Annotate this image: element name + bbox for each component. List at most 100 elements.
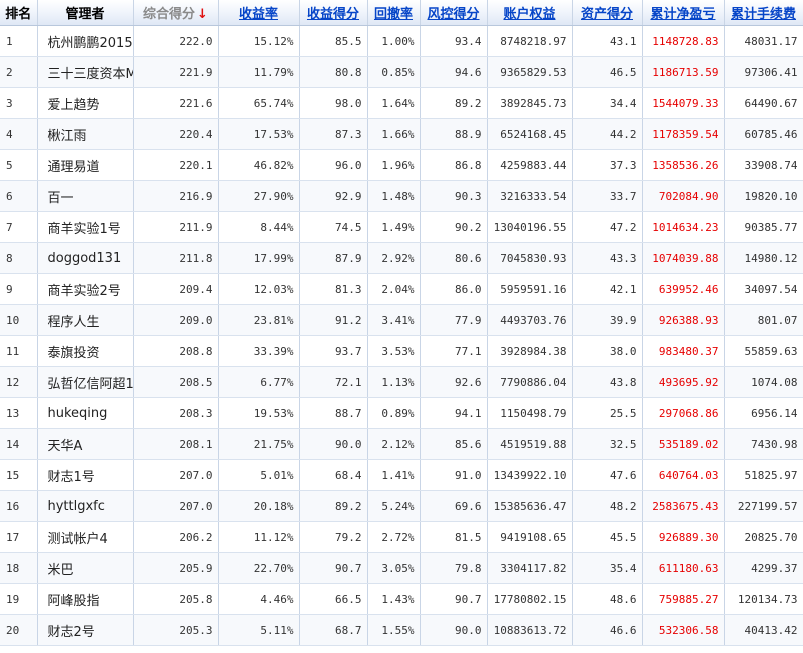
equity-cell: 4259883.44 xyxy=(487,149,573,181)
fees-cell: 120134.73 xyxy=(724,583,803,615)
composite-score-cell: 220.1 xyxy=(133,149,219,181)
header-net-pnl-sort[interactable]: 累计净盈亏 xyxy=(642,0,725,26)
manager-name-cell: doggod131 xyxy=(37,242,134,274)
fees-cell: 48031.17 xyxy=(724,25,803,57)
return-score-cell: 68.7 xyxy=(299,614,368,646)
table-row: 18 米巴 205.9 22.70% 90.7 3.05% 79.8 3304117.82 35… xyxy=(0,552,803,584)
equity-cell: 5959591.16 xyxy=(487,273,573,305)
equity-cell: 8748218.97 xyxy=(487,25,573,57)
header-composite-score-sort[interactable]: 综合得分 ↓ xyxy=(133,0,219,26)
table-row: 6 百一 216.9 27.90% 92.9 1.48% 90.3 3216333.54 33.… xyxy=(0,180,803,212)
net-pnl-cell: 926889.30 xyxy=(642,521,725,553)
composite-score-cell: 220.4 xyxy=(133,118,219,150)
ranking-table: 排名 管理者 综合得分 ↓ 收益率 收益得分 回撤率 风控得分 账户权益 资产得分… xyxy=(0,0,803,646)
table-row: 8 doggod131 211.8 17.99% 87.9 2.92% 80.6 704583… xyxy=(0,242,803,274)
header-drawdown-sort[interactable]: 回撤率 xyxy=(367,0,421,26)
return-score-cell: 87.3 xyxy=(299,118,368,150)
rank-cell: 3 xyxy=(0,87,38,119)
return-score-cell: 80.8 xyxy=(299,56,368,88)
header-return-rate-sort[interactable]: 收益率 xyxy=(218,0,300,26)
table-header-row: 排名 管理者 综合得分 ↓ 收益率 收益得分 回撤率 风控得分 账户权益 资产得分… xyxy=(0,0,803,26)
manager-name-cell: 阿峰股指 xyxy=(37,583,134,615)
fees-cell: 34097.54 xyxy=(724,273,803,305)
net-pnl-cell: 611180.63 xyxy=(642,552,725,584)
rank-cell: 16 xyxy=(0,490,38,522)
rank-cell: 4 xyxy=(0,118,38,150)
table-row: 4 楸江雨 220.4 17.53% 87.3 1.66% 88.9 6524168.45 44… xyxy=(0,118,803,150)
composite-score-cell: 208.3 xyxy=(133,397,219,429)
asset-score-cell: 48.6 xyxy=(572,583,643,615)
drawdown-cell: 2.72% xyxy=(367,521,421,553)
equity-cell: 3928984.38 xyxy=(487,335,573,367)
asset-score-cell: 43.1 xyxy=(572,25,643,57)
return-rate-cell: 20.18% xyxy=(218,490,300,522)
net-pnl-cell: 639952.46 xyxy=(642,273,725,305)
asset-score-cell: 37.3 xyxy=(572,149,643,181)
equity-cell: 1150498.79 xyxy=(487,397,573,429)
return-score-cell: 74.5 xyxy=(299,211,368,243)
fees-cell: 33908.74 xyxy=(724,149,803,181)
manager-name-cell: 弘哲亿信阿超1· xyxy=(37,366,134,398)
fees-cell: 7430.98 xyxy=(724,428,803,460)
rank-cell: 1 xyxy=(0,25,38,57)
table-row: 15 财志1号 207.0 5.01% 68.4 1.41% 91.0 13439922.10… xyxy=(0,459,803,491)
asset-score-cell: 48.2 xyxy=(572,490,643,522)
table-row: 7 商羊实验1号 211.9 8.44% 74.5 1.49% 90.2 13040196.5… xyxy=(0,211,803,243)
risk-score-cell: 92.6 xyxy=(420,366,488,398)
table-row: 16 hyttlgxfc 207.0 20.18% 89.2 5.24% 69.6 15385… xyxy=(0,490,803,522)
asset-score-cell: 34.4 xyxy=(572,87,643,119)
header-return-score-sort[interactable]: 收益得分 xyxy=(299,0,368,26)
equity-cell: 7045830.93 xyxy=(487,242,573,274)
fees-cell: 801.07 xyxy=(724,304,803,336)
composite-score-cell: 205.8 xyxy=(133,583,219,615)
fees-cell: 40413.42 xyxy=(724,614,803,646)
return-rate-cell: 23.81% xyxy=(218,304,300,336)
drawdown-cell: 2.92% xyxy=(367,242,421,274)
table-row: 10 程序人生 209.0 23.81% 91.2 3.41% 77.9 4493703.76… xyxy=(0,304,803,336)
header-fees-sort[interactable]: 累计手续费 xyxy=(724,0,803,26)
drawdown-cell: 1.66% xyxy=(367,118,421,150)
fees-cell: 6956.14 xyxy=(724,397,803,429)
header-equity-sort[interactable]: 账户权益 xyxy=(487,0,573,26)
return-rate-cell: 17.99% xyxy=(218,242,300,274)
rank-cell: 5 xyxy=(0,149,38,181)
asset-score-cell: 47.6 xyxy=(572,459,643,491)
asset-score-cell: 42.1 xyxy=(572,273,643,305)
header-asset-score-sort[interactable]: 资产得分 xyxy=(572,0,643,26)
manager-name-cell: 杭州鹏鹏2015 xyxy=(37,25,134,57)
table-row: 2 三十三度资本M 221.9 11.79% 80.8 0.85% 94.6 9365829.… xyxy=(0,56,803,88)
manager-name-cell: hyttlgxfc xyxy=(37,490,134,522)
composite-score-cell: 209.0 xyxy=(133,304,219,336)
asset-score-cell: 47.2 xyxy=(572,211,643,243)
equity-cell: 7790886.04 xyxy=(487,366,573,398)
manager-name-cell: hukeqing xyxy=(37,397,134,429)
table-body: 1 杭州鹏鹏2015 222.0 15.12% 85.5 1.00% 93.4 8748218… xyxy=(0,25,803,646)
net-pnl-cell: 1148728.83 xyxy=(642,25,725,57)
fees-cell: 55859.63 xyxy=(724,335,803,367)
asset-score-cell: 43.8 xyxy=(572,366,643,398)
table-row: 19 阿峰股指 205.8 4.46% 66.5 1.43% 90.7 17780802.15… xyxy=(0,583,803,615)
fees-cell: 4299.37 xyxy=(724,552,803,584)
risk-score-cell: 69.6 xyxy=(420,490,488,522)
rank-cell: 9 xyxy=(0,273,38,305)
drawdown-cell: 3.05% xyxy=(367,552,421,584)
risk-score-cell: 94.6 xyxy=(420,56,488,88)
table-row: 12 弘哲亿信阿超1· 208.5 6.77% 72.1 1.13% 92.6 7790886… xyxy=(0,366,803,398)
return-score-cell: 87.9 xyxy=(299,242,368,274)
net-pnl-cell: 1178359.54 xyxy=(642,118,725,150)
return-score-cell: 85.5 xyxy=(299,25,368,57)
asset-score-cell: 32.5 xyxy=(572,428,643,460)
composite-score-cell: 208.8 xyxy=(133,335,219,367)
header-risk-score-sort[interactable]: 风控得分 xyxy=(420,0,488,26)
drawdown-cell: 1.43% xyxy=(367,583,421,615)
asset-score-cell: 43.3 xyxy=(572,242,643,274)
return-rate-cell: 17.53% xyxy=(218,118,300,150)
equity-cell: 9365829.53 xyxy=(487,56,573,88)
asset-score-cell: 44.2 xyxy=(572,118,643,150)
table-row: 5 通理易道 220.1 46.82% 96.0 1.96% 86.8 4259883.44 3… xyxy=(0,149,803,181)
return-rate-cell: 46.82% xyxy=(218,149,300,181)
return-score-cell: 92.9 xyxy=(299,180,368,212)
net-pnl-cell: 926388.93 xyxy=(642,304,725,336)
return-rate-cell: 4.46% xyxy=(218,583,300,615)
drawdown-cell: 3.41% xyxy=(367,304,421,336)
